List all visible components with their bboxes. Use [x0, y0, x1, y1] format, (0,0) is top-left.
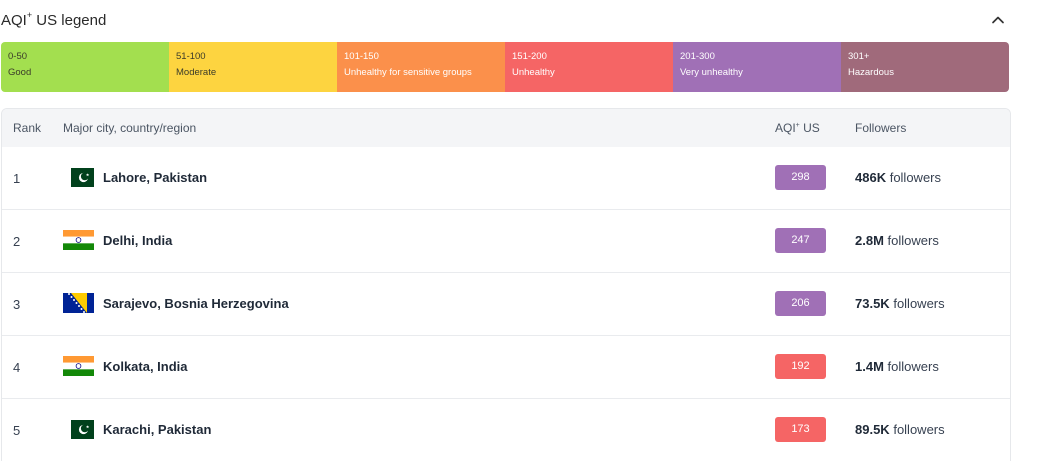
followers-count: 73.5K followers	[855, 296, 945, 311]
header-aqi: AQI+ US	[775, 121, 820, 135]
legend-segment: 51-100 Moderate	[169, 42, 337, 92]
followers-number: 1.4M	[855, 359, 884, 374]
legend-segment-range: 301+	[848, 51, 870, 62]
legend-segment-label: Moderate	[176, 67, 217, 78]
india-flag-icon	[63, 230, 94, 250]
aqi-badge: 298	[775, 165, 826, 190]
rank-value: 3	[13, 297, 21, 312]
followers-word: followers	[893, 422, 945, 437]
legend-title: AQI+ US legend	[1, 10, 107, 29]
legend-segment-label: Hazardous	[848, 67, 894, 78]
legend-segment-label: Unhealthy	[512, 67, 555, 78]
table-row[interactable]: 3 Sarajevo, Bosnia Herzegovina 206 73.5K fo…	[2, 273, 1010, 336]
table-row[interactable]: 4 Kolkata, India 192 1.4M followers	[2, 336, 1010, 399]
aqi-badge: 192	[775, 354, 826, 379]
city-link[interactable]: Lahore, Pakistan	[103, 170, 207, 185]
legend-header[interactable]: AQI+ US legend	[0, 8, 1010, 34]
followers-word: followers	[887, 233, 939, 248]
followers-count: 1.4M followers	[855, 359, 939, 374]
followers-number: 2.8M	[855, 233, 884, 248]
rank-value: 1	[13, 171, 21, 186]
city-ranking-table: Rank Major city, country/region AQI+ US …	[1, 108, 1011, 461]
table-row[interactable]: 5 Karachi, Pakistan 173 89.5K followers	[2, 399, 1010, 461]
header-followers: Followers	[855, 121, 907, 135]
city-link[interactable]: Kolkata, India	[103, 359, 188, 374]
followers-number: 89.5K	[855, 422, 890, 437]
rank-value: 4	[13, 360, 21, 375]
legend-segment: 201-300 Very unhealthy	[673, 42, 841, 92]
followers-word: followers	[893, 296, 945, 311]
city-link[interactable]: Sarajevo, Bosnia Herzegovina	[103, 296, 289, 311]
followers-word: followers	[887, 359, 939, 374]
bosnia-herzegovina-flag-icon	[63, 293, 94, 313]
pakistan-flag-icon	[71, 168, 94, 187]
legend-segment-label: Unhealthy for sensitive groups	[344, 67, 472, 78]
followers-word: followers	[889, 170, 941, 185]
india-flag-icon	[63, 356, 94, 376]
rank-value: 5	[13, 423, 21, 438]
followers-count: 89.5K followers	[855, 422, 945, 437]
aqi-badge: 173	[775, 417, 826, 442]
aqi-legend-bar: 0-50 Good 51-100 Moderate 101-150 Unhealthy f…	[1, 42, 1009, 92]
legend-segment-range: 201-300	[680, 51, 715, 62]
header-rank: Rank	[13, 121, 42, 135]
pakistan-flag-icon	[71, 420, 94, 439]
legend-segment: 301+ Hazardous	[841, 42, 1009, 92]
rank-value: 2	[13, 234, 21, 249]
city-link[interactable]: Delhi, India	[103, 233, 172, 248]
legend-segment: 0-50 Good	[1, 42, 169, 92]
aqi-badge: 206	[775, 291, 826, 316]
legend-segment-label: Very unhealthy	[680, 67, 743, 78]
city-link[interactable]: Karachi, Pakistan	[103, 422, 211, 437]
legend-segment: 151-200 Unhealthy	[505, 42, 673, 92]
followers-number: 73.5K	[855, 296, 890, 311]
header-city: Major city, country/region	[63, 121, 197, 135]
aqi-badge: 247	[775, 228, 826, 253]
followers-count: 2.8M followers	[855, 233, 939, 248]
legend-segment-range: 0-50	[8, 51, 28, 62]
table-header: Rank Major city, country/region AQI+ US …	[2, 109, 1010, 147]
page: AQI+ US legend 0-50 Good 51-100 Moderate 101…	[0, 0, 1040, 461]
followers-number: 486K	[855, 170, 887, 185]
table-row[interactable]: 2 Delhi, India 247 2.8M followers	[2, 210, 1010, 273]
legend-segment-label: Good	[8, 67, 32, 78]
chevron-up-icon[interactable]	[988, 10, 1008, 30]
legend-segment: 101-150 Unhealthy for sensitive groups	[337, 42, 505, 92]
followers-count: 486K followers	[855, 170, 941, 185]
legend-segment-range: 151-200	[512, 51, 547, 62]
legend-segment-range: 101-150	[344, 51, 379, 62]
table-row[interactable]: 1 Lahore, Pakistan 298 486K followers	[2, 147, 1010, 210]
legend-segment-range: 51-100	[176, 51, 206, 62]
